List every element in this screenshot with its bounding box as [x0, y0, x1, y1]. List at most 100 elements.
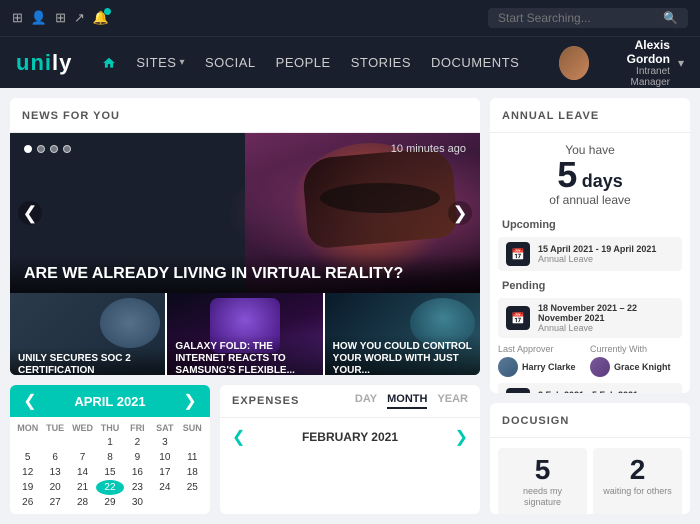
cal-day-23[interactable]: 23	[124, 480, 151, 495]
cal-empty-4	[179, 435, 206, 450]
cal-day-24[interactable]: 24	[151, 480, 178, 495]
news-thumb-1-label: UNILY SECURES SOC 2 CERTIFICATION	[10, 347, 165, 375]
calendar-prev-button[interactable]: ❮	[20, 391, 40, 411]
al-currently-with: Currently With Grace Knight	[590, 344, 682, 377]
nav-sites[interactable]: Sites ▾	[136, 55, 185, 70]
al-you-have: You have	[490, 143, 690, 157]
news-thumb-2[interactable]: GALAXY FOLD: THE INTERNET REACTS TO SAMS…	[167, 293, 324, 375]
cal-day-27[interactable]: 27	[41, 495, 68, 510]
hero-prev-button[interactable]: ❮	[18, 201, 42, 225]
expenses-tab-month[interactable]: MONTH	[387, 393, 427, 409]
avatar-image	[559, 46, 589, 80]
cal-day-12[interactable]: 12	[14, 465, 41, 480]
al-upcoming-type: Annual Leave	[538, 254, 674, 264]
cal-day-10[interactable]: 10	[151, 450, 178, 465]
cal-day-29[interactable]: 29	[96, 495, 123, 510]
hero-dot-4[interactable]	[63, 145, 71, 153]
calendar-next-button[interactable]: ❯	[180, 391, 200, 411]
cal-day-8[interactable]: 8	[96, 450, 123, 465]
expenses-tab-year[interactable]: YEAR	[437, 393, 468, 409]
news-thumb-3-label: HOW YOU COULD CONTROL YOUR WORLD WITH JU…	[325, 335, 480, 375]
docusign-needs-signature[interactable]: 5 needs my signature	[498, 448, 587, 514]
grid-icon[interactable]: ⊞	[55, 10, 66, 26]
bell-icon[interactable]: 🔔	[93, 10, 109, 26]
al-currently-with-avatar	[590, 357, 610, 377]
expenses-prev-button[interactable]: ❮	[232, 427, 245, 447]
share-icon[interactable]: ↗	[74, 10, 85, 26]
al-days-display: 5 days	[490, 157, 690, 193]
hero-content: ARE WE ALREADY LIVING IN VIRTUAL REALITY…	[10, 254, 480, 293]
user-icon[interactable]: 👤	[31, 10, 47, 26]
cal-day-3[interactable]: 3	[151, 435, 178, 450]
al-item-info-2: 18 November 2021 – 22 November 2021 Annu…	[538, 303, 674, 333]
hero-dot-3[interactable]	[50, 145, 58, 153]
user-area[interactable]: Alexis Gordon Intranet Manager ▾	[559, 38, 684, 88]
al-approvers: Last Approver Harry Clarke Currently Wit…	[490, 341, 690, 377]
cal-day-14[interactable]: 14	[69, 465, 96, 480]
cal-day-9[interactable]: 9	[124, 450, 151, 465]
al-upcoming-dates: 15 April 2021 - 19 April 2021	[538, 244, 674, 254]
windows-icon[interactable]: ⊞	[12, 10, 23, 26]
calendar-month: APRIL 2021	[74, 394, 145, 409]
expenses-tabs: DAY MONTH YEAR	[355, 393, 468, 409]
docusign-waiting[interactable]: 2 waiting for others	[593, 448, 682, 514]
cal-day-5[interactable]: 5	[14, 450, 41, 465]
al-last-approver-avatar	[498, 357, 518, 377]
annual-leave-days-box: You have 5 days of annual leave	[490, 133, 690, 213]
expenses-content: ❮ FEBRUARY 2021 ❯	[220, 418, 480, 456]
al-days-unit: days	[582, 171, 623, 191]
nav-home[interactable]	[102, 56, 116, 70]
cal-day-26[interactable]: 26	[14, 495, 41, 510]
cal-day-sun: SUN	[179, 421, 206, 435]
search-bar[interactable]: 🔍	[488, 8, 688, 28]
al-sick-leave-item: 📅 2 Feb 2021 - 5 Feb 2021 Sick Leave	[498, 383, 682, 393]
al-days-number: 5	[557, 154, 577, 195]
cal-day-15[interactable]: 15	[96, 465, 123, 480]
nav-documents[interactable]: Documents	[431, 55, 519, 70]
hero-dot-2[interactable]	[37, 145, 45, 153]
news-title: NEWS FOR YOU	[22, 110, 120, 122]
cal-day-sat: SAT	[151, 421, 178, 435]
al-of-leave: of annual leave	[490, 193, 690, 207]
cal-day-22[interactable]: 22	[96, 480, 123, 495]
news-thumb-1[interactable]: UNILY SECURES SOC 2 CERTIFICATION	[10, 293, 167, 375]
cal-day-17[interactable]: 17	[151, 465, 178, 480]
news-hero[interactable]: 10 minutes ago ❮ ❯ ARE WE ALREADY LIVING…	[10, 133, 480, 293]
cal-day-21[interactable]: 21	[69, 480, 96, 495]
al-calendar-icon-2: 📅	[506, 306, 530, 330]
hero-dot-1[interactable]	[24, 145, 32, 153]
cal-day-13[interactable]: 13	[41, 465, 68, 480]
nav-people[interactable]: People	[276, 55, 331, 70]
calendar-day-names: MON TUE WED THU FRI SAT SUN	[14, 421, 206, 435]
news-section: NEWS FOR YOU 10 minutes	[10, 98, 480, 375]
nav-social[interactable]: Social	[205, 55, 256, 70]
logo: unily	[16, 50, 72, 76]
al-last-approver: Last Approver Harry Clarke	[498, 344, 590, 377]
news-thumb-3[interactable]: HOW YOU COULD CONTROL YOUR WORLD WITH JU…	[325, 293, 480, 375]
cal-day-11[interactable]: 11	[179, 450, 206, 465]
cal-day-25[interactable]: 25	[179, 480, 206, 495]
al-pending-item-1: 📅 18 November 2021 – 22 November 2021 An…	[498, 298, 682, 338]
cal-day-19[interactable]: 19	[14, 480, 41, 495]
vr-strap	[320, 183, 440, 213]
al-pending-dates: 18 November 2021 – 22 November 2021	[538, 303, 674, 323]
cal-day-1[interactable]: 1	[96, 435, 123, 450]
cal-day-30[interactable]: 30	[124, 495, 151, 510]
cal-day-28[interactable]: 28	[69, 495, 96, 510]
expenses-next-button[interactable]: ❯	[455, 427, 468, 447]
al-item-info-1: 15 April 2021 - 19 April 2021 Annual Lea…	[538, 244, 674, 264]
al-upcoming-label: Upcoming	[490, 213, 690, 234]
cal-day-18[interactable]: 18	[179, 465, 206, 480]
cal-day-2[interactable]: 2	[124, 435, 151, 450]
cal-day-7[interactable]: 7	[69, 450, 96, 465]
cal-day-16[interactable]: 16	[124, 465, 151, 480]
cal-day-6[interactable]: 6	[41, 450, 68, 465]
expenses-tab-day[interactable]: DAY	[355, 393, 377, 409]
expenses-title: EXPENSES	[232, 395, 299, 407]
cal-day-20[interactable]: 20	[41, 480, 68, 495]
cal-day-tue: TUE	[41, 421, 68, 435]
nav-stories[interactable]: Stories	[351, 55, 411, 70]
search-input[interactable]	[498, 11, 657, 25]
hero-next-button[interactable]: ❯	[448, 201, 472, 225]
expenses-month: FEBRUARY 2021	[302, 426, 398, 448]
